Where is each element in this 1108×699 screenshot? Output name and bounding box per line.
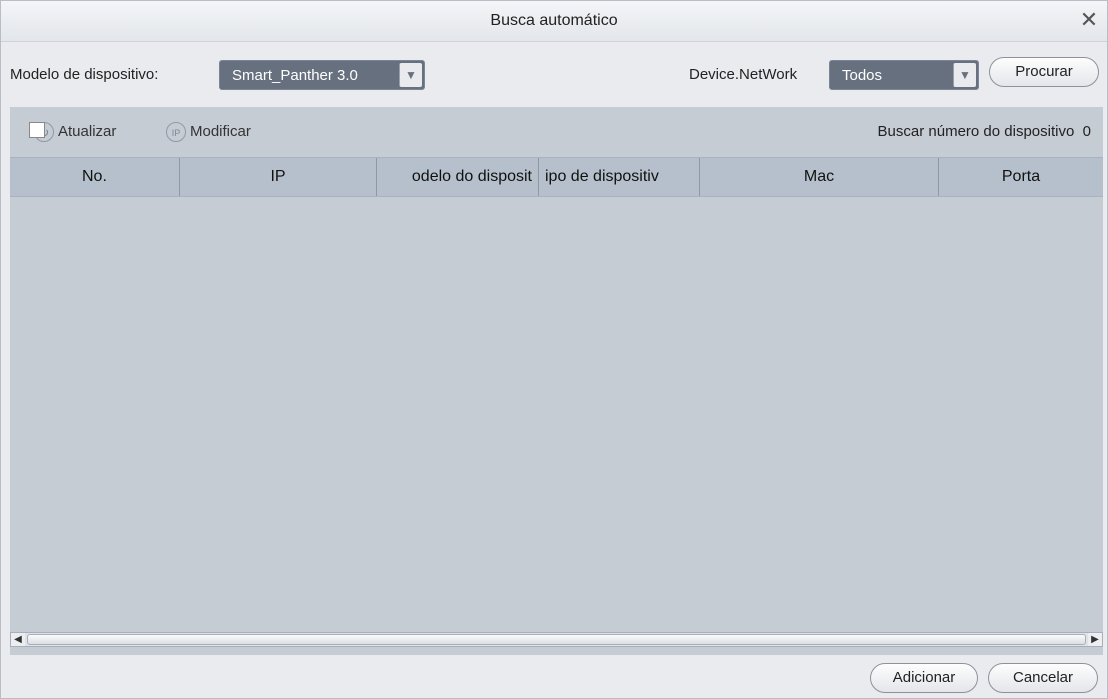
add-button[interactable]: Adicionar — [870, 663, 978, 693]
column-header-port[interactable]: Porta — [939, 158, 1103, 196]
scrollbar-thumb[interactable] — [27, 634, 1086, 645]
chevron-down-icon[interactable]: ▼ — [953, 63, 976, 87]
table-header: No. IP odelo do disposit ipo de disposit… — [10, 157, 1103, 197]
select-all-checkbox[interactable] — [29, 122, 45, 138]
device-count-label: Buscar número do dispositivo — [877, 123, 1075, 140]
device-model-select[interactable]: Smart_Panther 3.0 ▼ — [219, 60, 425, 90]
network-select[interactable]: Todos ▼ — [829, 60, 979, 90]
results-panel: ↻Atualizar IPModificar Buscar número do … — [10, 107, 1103, 655]
scroll-right-icon[interactable]: ▶ — [1088, 633, 1102, 646]
auto-search-dialog: Busca automático ✕ Modelo de dispositivo… — [0, 0, 1108, 699]
device-model-label: Modelo de dispositivo: — [10, 66, 159, 83]
dialog-title: Busca automático — [490, 12, 618, 29]
filter-bar: Modelo de dispositivo: Smart_Panther 3.0… — [1, 57, 1107, 93]
device-count-value: 0 — [1082, 123, 1091, 140]
close-icon[interactable]: ✕ — [1077, 8, 1101, 32]
ip-icon: IP — [166, 122, 186, 143]
cancel-button[interactable]: Cancelar — [988, 663, 1098, 693]
search-button[interactable]: Procurar — [989, 57, 1099, 87]
network-value: Todos — [842, 67, 883, 84]
chevron-down-icon[interactable]: ▼ — [399, 63, 422, 87]
column-header-ip[interactable]: IP — [180, 158, 377, 196]
device-count: Buscar número do dispositivo 0 — [878, 121, 1091, 143]
results-toolbar: ↻Atualizar IPModificar Buscar número do … — [10, 107, 1103, 157]
refresh-button[interactable]: ↻Atualizar — [34, 121, 116, 143]
title-bar: Busca automático ✕ — [1, 1, 1107, 42]
device-model-value: Smart_Panther 3.0 — [232, 67, 358, 84]
column-header-type[interactable]: ipo de dispositiv — [539, 158, 700, 196]
modify-label: Modificar — [190, 123, 251, 140]
network-label: Device.NetWork — [689, 66, 798, 83]
modify-button[interactable]: IP Modificar — [166, 121, 251, 143]
column-header-model[interactable]: odelo do disposit — [377, 158, 539, 196]
horizontal-scrollbar[interactable]: ◀ ▶ — [10, 632, 1103, 647]
column-header-mac[interactable]: Mac — [700, 158, 939, 196]
scroll-left-icon[interactable]: ◀ — [11, 633, 25, 646]
column-header-no[interactable]: No. — [10, 158, 180, 196]
refresh-label: Atualizar — [58, 123, 117, 140]
